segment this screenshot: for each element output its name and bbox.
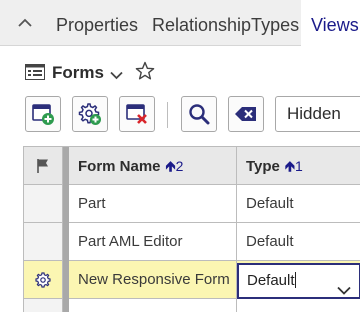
form-icon: [25, 64, 45, 85]
table-row-form-name[interactable]: Part AML Editor: [69, 223, 237, 261]
type-editor-value: Default: [247, 272, 295, 289]
tab-views[interactable]: Views: [301, 0, 360, 47]
column-header-type[interactable]: Type 🡹1: [237, 147, 360, 185]
flag-column-header[interactable]: [24, 147, 63, 185]
column-header-form-name[interactable]: Form Name 🡹2: [69, 147, 237, 185]
row-selector[interactable]: [24, 261, 63, 299]
delete-form-button[interactable]: [119, 96, 155, 132]
edit-gear-icon: [35, 271, 51, 288]
favorite-star-icon[interactable]: [135, 61, 155, 86]
page-title: Forms: [52, 63, 104, 82]
collapse-button[interactable]: [14, 10, 36, 36]
row-selector[interactable]: [24, 223, 63, 261]
sort-ascending-icon: 🡹: [284, 158, 295, 174]
table-row-form-name[interactable]: New Responsive Form: [69, 261, 237, 299]
backspace-clear-icon: [235, 107, 256, 121]
visibility-filter-select[interactable]: Hidden: [275, 96, 360, 132]
table-row-type[interactable]: Default: [237, 185, 360, 223]
add-gear-button[interactable]: [72, 96, 108, 132]
forms-header: Forms: [0, 55, 360, 89]
column-label: Form Name: [78, 158, 161, 175]
new-window-icon: [32, 104, 54, 125]
clear-search-button[interactable]: [228, 96, 264, 132]
row-selector[interactable]: [24, 299, 63, 312]
table-row-form-name[interactable]: Part: [69, 185, 237, 223]
window-delete-icon: [126, 104, 147, 124]
search-icon: [189, 104, 210, 125]
forms-grid: Form Name 🡹2 Type 🡹1 Part Default Part AML…: [23, 146, 360, 312]
text-caret: [294, 272, 296, 288]
grid-divider: [63, 147, 69, 312]
toolbar-divider: [167, 102, 168, 128]
sort-indicator: 🡹2: [166, 158, 184, 174]
flag-icon: [37, 158, 48, 173]
title-menu-chevron-icon[interactable]: [110, 67, 123, 85]
chevron-up-icon: [18, 18, 32, 27]
table-row-type[interactable]: Default: [237, 223, 360, 261]
search-button[interactable]: [181, 96, 217, 132]
chevron-down-icon[interactable]: [337, 275, 351, 307]
type-dropdown-editor[interactable]: Default: [237, 263, 360, 299]
gear-add-icon: [78, 103, 101, 125]
sort-ascending-icon: 🡹: [165, 158, 176, 174]
row-selector[interactable]: [24, 185, 63, 223]
sort-indicator: 🡹1: [285, 158, 303, 174]
new-form-button[interactable]: [25, 96, 61, 132]
sort-order: 1: [294, 158, 303, 174]
tab-properties[interactable]: Properties: [56, 0, 138, 46]
column-label: Type: [246, 158, 280, 175]
toolbar: Hidden: [0, 94, 360, 136]
tab-relationship-types[interactable]: RelationshipTypes: [152, 0, 299, 46]
table-row-empty: [69, 299, 237, 312]
tab-strip: Properties RelationshipTypes Views: [0, 0, 360, 47]
sort-order: 2: [175, 158, 184, 174]
